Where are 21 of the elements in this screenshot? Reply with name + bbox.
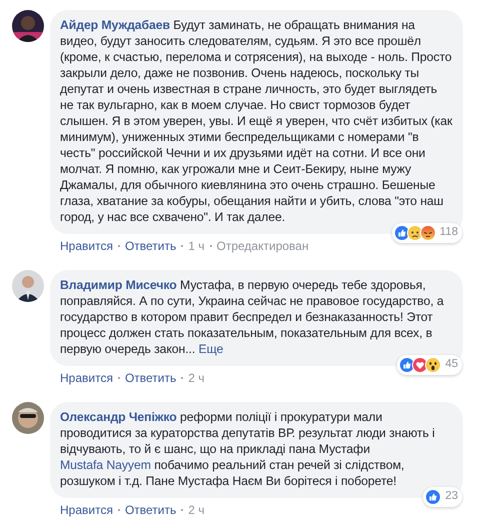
- action-link[interactable]: Нравится: [60, 370, 113, 386]
- action-link[interactable]: Нравится: [60, 502, 113, 518]
- text-link[interactable]: Mustafa Nayyem: [60, 458, 151, 472]
- edited-label: Отредактирован: [216, 238, 309, 254]
- author-link[interactable]: Айдер Муждабаев: [60, 18, 170, 32]
- surprised-emoji-icon: [425, 357, 442, 373]
- angry-emoji-icon: [420, 225, 436, 241]
- action-link[interactable]: Ответить: [124, 502, 176, 518]
- reaction-count: 118: [440, 225, 458, 240]
- action-link[interactable]: Ответить: [124, 370, 176, 386]
- reaction-count: 23: [445, 489, 458, 504]
- action-link[interactable]: Нравится: [60, 238, 113, 254]
- thumbs-up-icon: [425, 489, 442, 505]
- reaction-count: 45: [445, 357, 458, 372]
- action-link[interactable]: Ответить: [124, 238, 176, 254]
- author-link[interactable]: Владимир Мисечко: [60, 278, 177, 292]
- comment-text: Владимир Мисечко Мустафа, в первую очередь тебе здоровья, поправляйся. А по сути, Украина сейчас не правовое государство, а государство в котором правит беспредел и безнаказанность! Этот процесс должен стать показательным, показательным для всех, в первую очередь закон... Еще: [60, 277, 445, 357]
- comment-text: Айдер Муждабаев Будут заминать, не обращать внимания на видео, будут заносить следователям, судьям. Я это все прошёл (кроме, к счастью, перелома и сотрясения), на выходе - ноль. Просто закрыли дело, даже не позвонив. Очень надеюсь, поскольку ты депутат и очень известная в стране личность, это будет выглядеть не так вульгарно, как в моем случае. Но свист тормозов будет слышен. Я в этом уверен, увы. И ещё я уверен, что счёт избитых (как минимум), униженных этими беспредельщиками с номерами "в честь" российской Чечни и их друзьями идёт на сотни. И все они молчат. Я помню, как угрожали мне и Сеит-Бекиру, ныне мужу Джамалы, для обычного киевлянина это очень страшно. Бешеные глаза, хватание за кобуры, обещания найти и убить, слова "это наш город, у нас все схвачено". И так далее.: [60, 17, 453, 225]
- author-link[interactable]: Олександр Чепіжко: [60, 410, 177, 424]
- comment-text: Олександр Чепіжко реформи поліції і прокуратури мали проводитися за кураторства депутатів ВР. результат люди знають і відчувають, то й є шанс, що на прикладі пана Мустафи Mustafa Nayyem побачимо реальний стан речей зі слідством, розшуком і т.д. Пане Мустафа Наєм Ви борітеся і поборете!: [60, 409, 436, 489]
- text-link[interactable]: Еще: [198, 342, 224, 356]
